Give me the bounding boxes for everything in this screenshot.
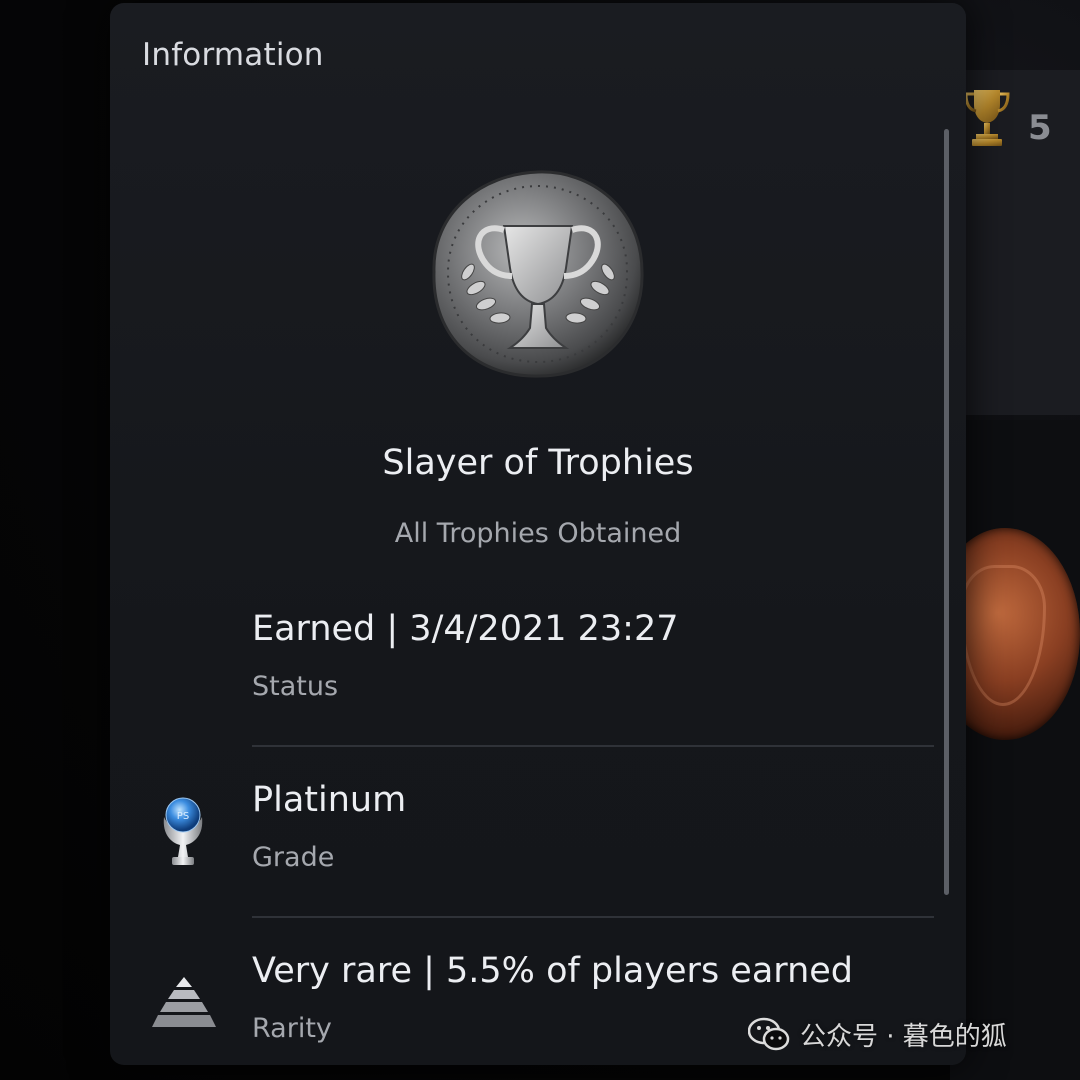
wechat-icon — [748, 1017, 790, 1050]
grade-label: Grade — [252, 842, 335, 873]
trophy-description: All Trophies Obtained — [394, 518, 682, 549]
scrollbar[interactable] — [944, 129, 949, 895]
svg-text:PS: PS — [177, 811, 189, 822]
grade-value: Platinum — [252, 780, 407, 820]
trophy-name: Slayer of Trophies — [382, 443, 694, 483]
status-value: Earned | 3/4/2021 23:27 — [252, 609, 679, 649]
watermark-text: 公众号 · 暮色的狐 — [800, 1022, 1007, 1052]
divider — [252, 745, 934, 747]
status-row: Earned | 3/4/2021 23:27 Status — [252, 609, 942, 702]
background-trophy-count: 5 — [1028, 108, 1052, 148]
trophy-coin-icon — [432, 170, 644, 378]
panel-title: Information — [142, 37, 324, 73]
watermark: 公众号 · 暮色的狐 — [748, 1016, 1007, 1053]
rarity-value: Very rare | 5.5% of players earned — [252, 951, 853, 991]
screen: 5 Information Slayer of Trophies All Tro… — [0, 0, 1080, 1080]
rarity-pyramid-icon — [152, 977, 216, 1027]
status-label: Status — [252, 671, 339, 702]
gold-trophy-icon — [964, 90, 1010, 146]
background-game-area — [950, 420, 1080, 1080]
information-panel: Information Slayer of Trophies All Troph… — [110, 3, 966, 1065]
divider — [252, 916, 934, 918]
platinum-trophy-icon: PS — [163, 797, 203, 865]
grade-row: Platinum Grade — [252, 780, 942, 873]
